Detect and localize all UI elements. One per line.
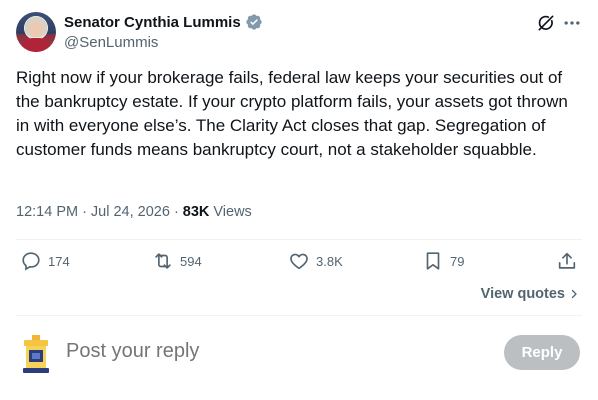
repost-count: 594 — [180, 253, 202, 269]
tweet-text: Right now if your brokerage fails, feder… — [16, 68, 573, 159]
tweet-date[interactable]: Jul 24, 2026 — [91, 204, 170, 220]
reply-button[interactable]: 174 — [20, 250, 70, 272]
repost-arrows-icon — [155, 253, 171, 269]
view-quotes-link[interactable]: View quotes — [481, 286, 580, 302]
meta-separator: · — [82, 204, 87, 220]
reply-submit-button[interactable]: Reply — [504, 335, 580, 370]
user-avatar-icon[interactable] — [20, 334, 52, 374]
repost-button[interactable]: 594 — [152, 250, 202, 272]
share-button[interactable] — [556, 250, 578, 272]
bookmark-icon — [426, 252, 440, 270]
views-label: Views — [213, 204, 252, 220]
chevron-right-icon — [571, 289, 577, 299]
meta-separator-2: · — [173, 204, 179, 220]
like-count: 3.8K — [316, 253, 343, 269]
tweet-header: Senator Cynthia Lummis @SenLummis — [16, 12, 582, 52]
reply-input[interactable] — [66, 340, 446, 363]
more-dots-icon[interactable] — [562, 13, 582, 33]
tweet-time[interactable]: 12:14 PM — [16, 204, 78, 220]
reply-count: 174 — [48, 253, 70, 269]
divider-bottom — [16, 315, 582, 316]
author-handle[interactable]: @SenLummis — [64, 34, 158, 51]
like-button[interactable]: 3.8K — [288, 250, 343, 272]
bookmark-count: 79 — [450, 253, 465, 269]
heart-icon — [290, 253, 308, 270]
author-avatar[interactable] — [16, 12, 56, 52]
divider-top — [16, 239, 582, 240]
author-name[interactable]: Senator Cynthia Lummis — [64, 14, 241, 31]
grok-icon[interactable] — [536, 13, 556, 33]
tweet-meta: 12:14 PM · Jul 24, 2026 · 83K Views — [16, 204, 252, 220]
view-quotes-label: View quotes — [480, 286, 565, 302]
avatar-face — [29, 22, 43, 37]
bookmark-button[interactable]: 79 — [422, 250, 464, 272]
share-upload-icon — [558, 252, 576, 269]
views-count[interactable]: 83K — [183, 204, 210, 220]
reply-composer: Reply — [16, 330, 582, 378]
avatar-body — [22, 38, 50, 52]
action-bar: 174 594 3.8K 79 — [16, 250, 582, 278]
author-name-line: Senator Cynthia Lummis — [64, 13, 263, 31]
verified-badge-icon[interactable] — [245, 13, 263, 31]
comment-bubble-icon — [22, 252, 40, 271]
